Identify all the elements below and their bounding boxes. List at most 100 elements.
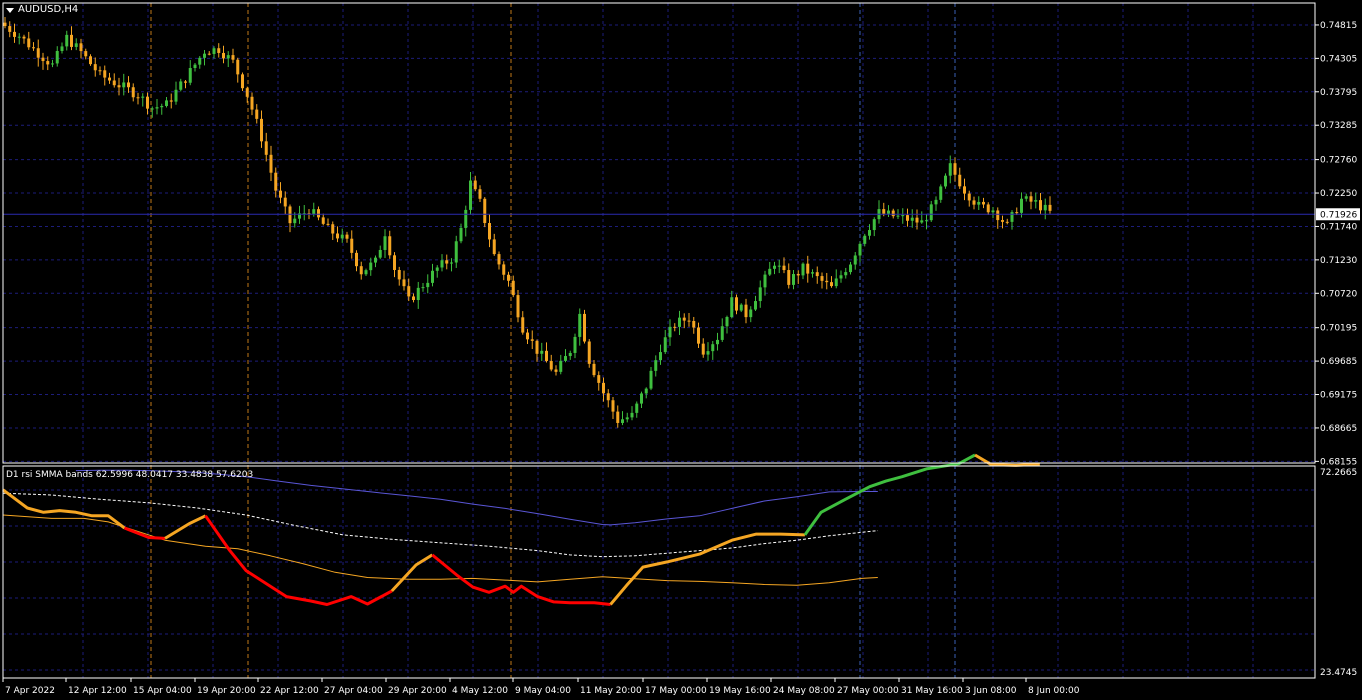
- candle-body[interactable]: [36, 48, 40, 58]
- candle-body[interactable]: [863, 235, 867, 244]
- candle-body[interactable]: [198, 57, 202, 65]
- candle-body[interactable]: [51, 63, 54, 65]
- candle-body[interactable]: [397, 270, 401, 280]
- candle-body[interactable]: [231, 55, 235, 60]
- candle-body[interactable]: [32, 47, 35, 49]
- candle-body[interactable]: [806, 263, 810, 274]
- candle-body[interactable]: [279, 190, 282, 198]
- candle-body[interactable]: [326, 223, 330, 225]
- candle-body[interactable]: [573, 336, 577, 353]
- candle-body[interactable]: [22, 36, 26, 39]
- candle-body[interactable]: [388, 236, 392, 256]
- candle-body[interactable]: [440, 260, 444, 268]
- candle-body[interactable]: [844, 272, 848, 276]
- candle-body[interactable]: [1005, 221, 1009, 223]
- candle-body[interactable]: [692, 320, 696, 328]
- candle-body[interactable]: [592, 363, 596, 376]
- candle-body[interactable]: [967, 193, 971, 201]
- candle-body[interactable]: [811, 272, 814, 274]
- candle-body[interactable]: [17, 36, 21, 38]
- candle-body[interactable]: [70, 34, 73, 47]
- candle-body[interactable]: [374, 257, 377, 263]
- candle-body[interactable]: [568, 352, 572, 357]
- candle-body[interactable]: [369, 262, 373, 271]
- candle-body[interactable]: [825, 280, 829, 283]
- candle-body[interactable]: [492, 239, 496, 255]
- candle-body[interactable]: [269, 154, 273, 173]
- candle-body[interactable]: [13, 31, 16, 37]
- candle-body[interactable]: [991, 210, 995, 213]
- candle-body[interactable]: [3, 22, 7, 27]
- candle-body[interactable]: [1020, 198, 1023, 213]
- chart-menu-chevron-down-icon[interactable]: [6, 8, 14, 13]
- candle-body[interactable]: [383, 236, 387, 250]
- candle-body[interactable]: [393, 255, 396, 271]
- candle-body[interactable]: [868, 230, 871, 236]
- candle-body[interactable]: [155, 107, 159, 109]
- candle-body[interactable]: [663, 337, 667, 353]
- candle-body[interactable]: [407, 286, 411, 297]
- candle-body[interactable]: [701, 343, 705, 355]
- candle-body[interactable]: [815, 272, 819, 277]
- candle-body[interactable]: [226, 55, 230, 59]
- candle-body[interactable]: [963, 186, 966, 194]
- candle-body[interactable]: [982, 201, 985, 205]
- candle-body[interactable]: [730, 297, 734, 318]
- candle-body[interactable]: [421, 287, 425, 289]
- candle-body[interactable]: [716, 339, 719, 345]
- candle-body[interactable]: [8, 26, 12, 32]
- candle-body[interactable]: [611, 400, 615, 412]
- candle-body[interactable]: [127, 82, 130, 88]
- candle-body[interactable]: [488, 223, 491, 240]
- candle-body[interactable]: [179, 81, 183, 90]
- candle-body[interactable]: [1039, 200, 1042, 211]
- candle-body[interactable]: [464, 209, 468, 228]
- candle-body[interactable]: [697, 327, 700, 344]
- candle-body[interactable]: [241, 74, 244, 89]
- candle-body[interactable]: [768, 268, 772, 275]
- candle-body[interactable]: [668, 326, 672, 338]
- candle-body[interactable]: [450, 262, 453, 264]
- candle-body[interactable]: [649, 370, 653, 389]
- candle-body[interactable]: [530, 339, 534, 341]
- candle-body[interactable]: [545, 350, 548, 362]
- candle-body[interactable]: [412, 296, 415, 301]
- candle-body[interactable]: [849, 264, 852, 273]
- candle-body[interactable]: [554, 369, 558, 372]
- candle-body[interactable]: [597, 375, 601, 383]
- candle-body[interactable]: [93, 64, 97, 71]
- candle-body[interactable]: [706, 351, 710, 355]
- candle-body[interactable]: [222, 52, 225, 59]
- candle-body[interactable]: [915, 217, 919, 223]
- candle-body[interactable]: [136, 97, 140, 99]
- candle-body[interactable]: [165, 100, 168, 106]
- candle-body[interactable]: [55, 50, 59, 64]
- candle-body[interactable]: [782, 265, 786, 271]
- candle-body[interactable]: [602, 382, 605, 394]
- candle-body[interactable]: [744, 304, 748, 318]
- candle-body[interactable]: [687, 320, 691, 322]
- candle-body[interactable]: [872, 219, 876, 231]
- candle-body[interactable]: [502, 264, 506, 275]
- candle-body[interactable]: [621, 419, 624, 423]
- candle-body[interactable]: [79, 43, 83, 52]
- candle-body[interactable]: [858, 243, 862, 256]
- candle-body[interactable]: [141, 96, 145, 98]
- candle-body[interactable]: [540, 350, 544, 354]
- candle-body[interactable]: [331, 224, 335, 234]
- candle-body[interactable]: [787, 270, 791, 285]
- candle-body[interactable]: [920, 220, 924, 223]
- candle-body[interactable]: [245, 88, 249, 97]
- candle-body[interactable]: [678, 317, 681, 327]
- candle-body[interactable]: [640, 393, 643, 404]
- candle-body[interactable]: [1034, 200, 1038, 202]
- candle-body[interactable]: [65, 34, 69, 47]
- candle-body[interactable]: [725, 317, 729, 327]
- candle-body[interactable]: [321, 217, 325, 224]
- candle-body[interactable]: [340, 234, 344, 239]
- candle-body[interactable]: [996, 210, 1000, 221]
- candle-body[interactable]: [426, 282, 430, 288]
- candle-body[interactable]: [1015, 212, 1019, 214]
- candle-body[interactable]: [478, 189, 482, 199]
- candle-body[interactable]: [535, 340, 539, 354]
